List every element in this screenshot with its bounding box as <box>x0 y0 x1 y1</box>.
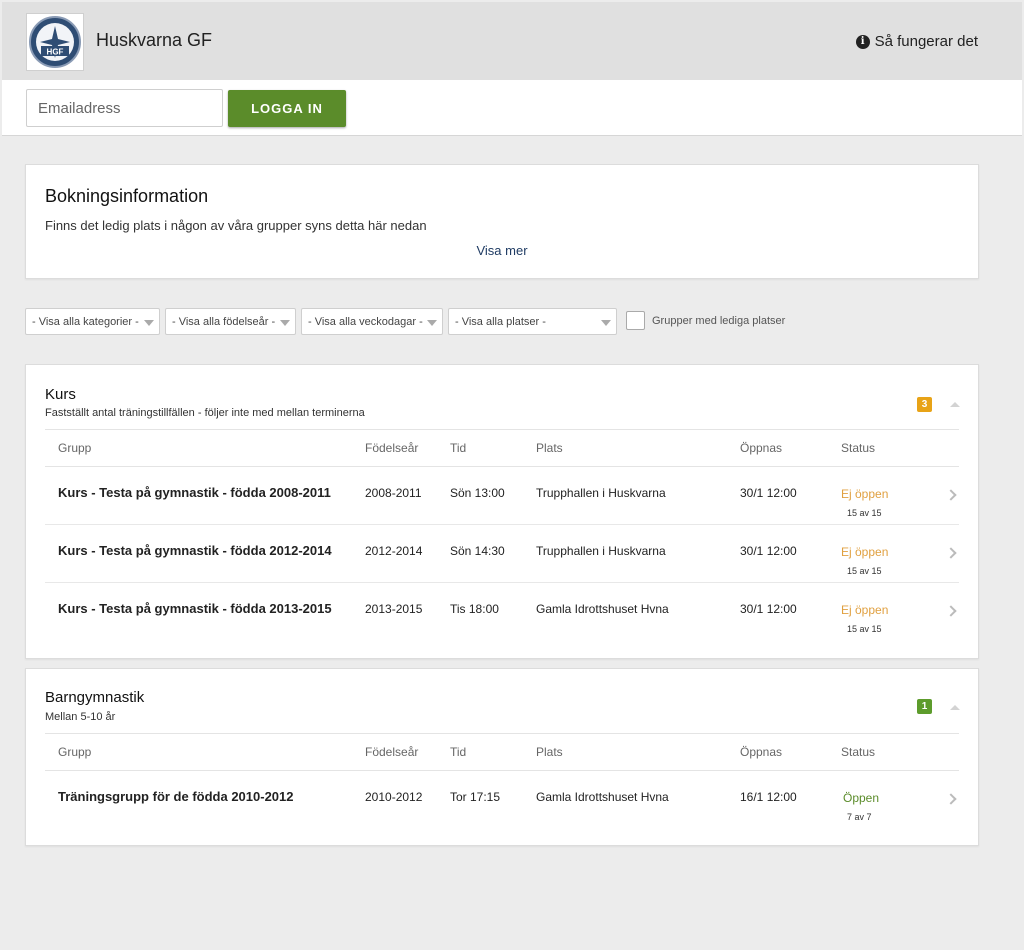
show-more-link[interactable]: Visa mer <box>26 243 978 258</box>
section-title: Kurs <box>45 386 76 403</box>
place: Trupphallen i Huskvarna <box>536 544 666 558</box>
booking-info-text: Finns det ledig plats i någon av våra gr… <box>45 218 427 233</box>
place: Gamla Idrottshuset Hvna <box>536 790 669 804</box>
table-header: Grupp Födelseår Tid Plats Öppnas Status <box>45 429 959 467</box>
section-subtitle: Fastställt antal träningstillfällen - fö… <box>45 407 365 419</box>
opens-at: 30/1 12:00 <box>740 486 797 500</box>
column-header-time: Tid <box>450 441 467 455</box>
chevron-right-icon[interactable] <box>945 547 957 559</box>
column-header-birth-year: Födelseår <box>365 441 419 455</box>
group-name: Kurs - Testa på gymnastik - födda 2008-2… <box>58 485 331 500</box>
booking-info-title: Bokningsinformation <box>45 186 209 206</box>
column-header-birth-year: Födelseår <box>365 745 419 759</box>
email-field[interactable] <box>26 89 223 127</box>
spots-available: 15 av 15 <box>847 566 882 576</box>
birth-year-filter-value: - Visa alla födelseår - <box>172 315 276 328</box>
group-count-badge: 1 <box>917 699 932 714</box>
session-time: Sön 13:00 <box>450 486 505 500</box>
birth-year: 2010-2012 <box>365 790 423 804</box>
how-it-works-link[interactable]: i Så fungerar det <box>855 33 978 50</box>
section-subtitle: Mellan 5-10 år <box>45 711 116 723</box>
column-header-time: Tid <box>450 745 467 759</box>
spots-available: 7 av 7 <box>847 812 872 822</box>
group-name: Träningsgrupp för de födda 2010-2012 <box>58 789 294 804</box>
chevron-down-icon <box>280 320 290 326</box>
logo-text: HGF <box>47 48 64 57</box>
chevron-right-icon[interactable] <box>945 793 957 805</box>
group-count-badge: 3 <box>917 397 932 412</box>
spots-available: 15 av 15 <box>847 508 882 518</box>
chevron-right-icon[interactable] <box>945 489 957 501</box>
birth-year: 2008-2011 <box>365 486 422 500</box>
group-name: Kurs - Testa på gymnastik - födda 2012-2… <box>58 543 332 558</box>
place-filter-value: - Visa alla platser - <box>455 315 546 328</box>
column-header-status: Status <box>841 441 876 455</box>
club-logo-emblem-icon: HGF <box>29 16 81 68</box>
place: Gamla Idrottshuset Hvna <box>536 602 669 616</box>
group-name: Kurs - Testa på gymnastik - födda 2013-2… <box>58 601 332 616</box>
chevron-right-icon[interactable] <box>945 605 957 617</box>
status-badge: Ej öppen <box>841 603 889 617</box>
section-title: Barngymnastik <box>45 689 145 706</box>
category-filter[interactable]: - Visa alla kategorier - <box>25 308 160 335</box>
column-header-opens: Öppnas <box>740 441 783 455</box>
info-icon: i <box>855 34 870 49</box>
free-spots-toggle[interactable]: Grupper med lediga platser <box>626 311 785 330</box>
birth-year: 2013-2015 <box>365 602 423 616</box>
booking-info-card: Bokningsinformation Finns det ledig plat… <box>25 164 979 279</box>
org-name: Huskvarna GF <box>96 30 213 50</box>
column-header-status: Status <box>841 745 876 759</box>
status-badge: Öppen <box>843 791 880 805</box>
column-header-place: Plats <box>536 745 563 759</box>
chevron-down-icon <box>144 320 154 326</box>
category-filter-value: - Visa alla kategorier - <box>32 315 139 328</box>
section-card-kurs: Kurs Fastställt antal träningstillfällen… <box>25 364 979 659</box>
session-time: Sön 14:30 <box>450 544 505 558</box>
groups-table: Grupp Födelseår Tid Plats Öppnas Status … <box>45 733 959 829</box>
free-spots-label: Grupper med lediga platser <box>652 314 786 327</box>
session-time: Tis 18:00 <box>450 602 499 616</box>
chevron-down-icon <box>427 320 437 326</box>
table-row[interactable]: Träningsgrupp för de födda 2010-2012 201… <box>45 771 959 829</box>
birth-year-filter[interactable]: - Visa alla födelseår - <box>165 308 296 335</box>
table-row[interactable]: Kurs - Testa på gymnastik - födda 2008-2… <box>45 467 959 525</box>
table-row[interactable]: Kurs - Testa på gymnastik - födda 2013-2… <box>45 583 959 641</box>
status-badge: Ej öppen <box>841 487 889 501</box>
collapse-icon[interactable] <box>950 402 960 407</box>
login-button[interactable]: LOGGA IN <box>228 90 346 127</box>
weekday-filter-value: - Visa alla veckodagar - <box>308 315 423 328</box>
column-header-opens: Öppnas <box>740 745 783 759</box>
how-it-works-label: Så fungerar det <box>874 33 978 50</box>
free-spots-checkbox[interactable] <box>626 311 645 330</box>
login-bar: LOGGA IN <box>2 80 1022 136</box>
opens-at: 16/1 12:00 <box>740 790 797 804</box>
groups-table: Grupp Födelseår Tid Plats Öppnas Status … <box>45 429 959 641</box>
column-header-group: Grupp <box>58 441 92 455</box>
top-header: HGF Huskvarna GF i Så fungerar det <box>2 2 1022 80</box>
column-header-place: Plats <box>536 441 563 455</box>
section-card-barngymnastik: Barngymnastik Mellan 5-10 år 1 Grupp Föd… <box>25 668 979 846</box>
opens-at: 30/1 12:00 <box>740 602 797 616</box>
table-header: Grupp Födelseår Tid Plats Öppnas Status <box>45 733 959 771</box>
status-badge: Ej öppen <box>841 545 889 559</box>
column-header-group: Grupp <box>58 745 92 759</box>
opens-at: 30/1 12:00 <box>740 544 797 558</box>
place: Trupphallen i Huskvarna <box>536 486 666 500</box>
place-filter[interactable]: - Visa alla platser - <box>448 308 617 335</box>
session-time: Tor 17:15 <box>450 790 501 804</box>
chevron-down-icon <box>601 320 611 326</box>
spots-available: 15 av 15 <box>847 624 882 634</box>
club-logo[interactable]: HGF <box>26 13 84 71</box>
table-row[interactable]: Kurs - Testa på gymnastik - födda 2012-2… <box>45 525 959 583</box>
birth-year: 2012-2014 <box>365 544 423 558</box>
collapse-icon[interactable] <box>950 705 960 710</box>
weekday-filter[interactable]: - Visa alla veckodagar - <box>301 308 443 335</box>
